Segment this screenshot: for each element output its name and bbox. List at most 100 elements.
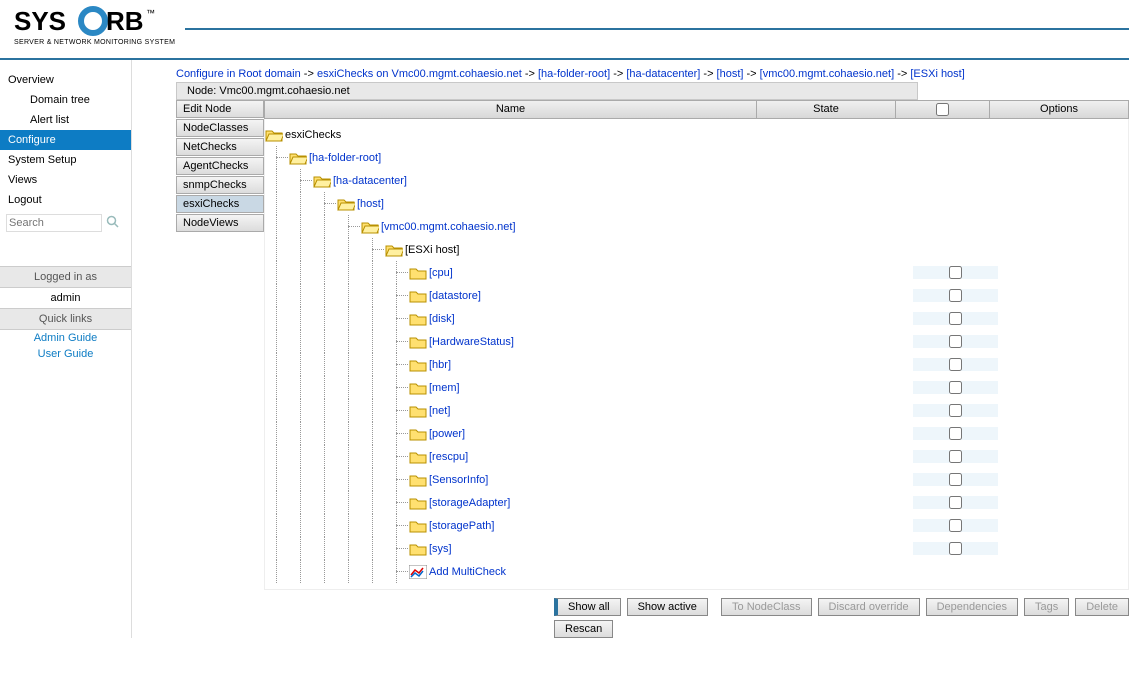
tree-label[interactable]: [cpu] (429, 267, 453, 279)
tree-label[interactable]: [ha-folder-root] (309, 152, 381, 164)
subnav-esxichecks[interactable]: esxiChecks (176, 195, 264, 213)
nav-system-setup[interactable]: System Setup (0, 150, 131, 170)
tree: esxiChecks[ha-folder-root][ha-datacenter… (264, 119, 1129, 590)
breadcrumb-item[interactable]: [host] (717, 68, 744, 80)
nav-logout[interactable]: Logout (0, 190, 131, 210)
subnav-nodeviews[interactable]: NodeViews (176, 214, 264, 232)
row-checkbox[interactable] (949, 404, 962, 417)
select-all-checkbox[interactable] (936, 103, 949, 116)
folder-icon[interactable] (409, 381, 427, 395)
tree-label[interactable]: [mem] (429, 382, 460, 394)
row-checkbox[interactable] (949, 496, 962, 509)
link-admin-guide[interactable]: Admin Guide (0, 330, 131, 346)
discard-override-button[interactable]: Discard override (818, 598, 920, 616)
breadcrumb-item[interactable]: [vmc00.mgmt.cohaesio.net] (760, 68, 895, 80)
subnav-netchecks[interactable]: NetChecks (176, 138, 264, 156)
tree-label[interactable]: [HardwareStatus] (429, 336, 514, 348)
tree-label[interactable]: [net] (429, 405, 450, 417)
tree-label[interactable]: [ha-datacenter] (333, 175, 407, 187)
row-checkbox[interactable] (949, 381, 962, 394)
tree-row: [power] (265, 422, 1128, 445)
tags-button[interactable]: Tags (1024, 598, 1069, 616)
folder-icon[interactable] (409, 335, 427, 349)
nav-overview[interactable]: Overview (0, 70, 131, 90)
folder-icon[interactable] (409, 519, 427, 533)
folder-open-icon[interactable] (361, 220, 379, 234)
folder-open-icon[interactable] (265, 128, 283, 142)
row-checkbox[interactable] (949, 312, 962, 325)
folder-icon[interactable] (409, 266, 427, 280)
breadcrumb-item[interactable]: esxiChecks on Vmc00.mgmt.cohaesio.net (317, 68, 522, 80)
folder-icon[interactable] (409, 312, 427, 326)
row-checkbox[interactable] (949, 266, 962, 279)
folder-icon[interactable] (409, 358, 427, 372)
breadcrumb-item[interactable]: Configure in Root domain (176, 68, 301, 80)
row-checkbox[interactable] (949, 519, 962, 532)
tree-label[interactable]: [host] (357, 198, 384, 210)
tree-label[interactable]: [hbr] (429, 359, 451, 371)
svg-text:SYS: SYS (14, 6, 66, 36)
subnav-nodeclasses[interactable]: NodeClasses (176, 119, 264, 137)
folder-open-icon[interactable] (289, 151, 307, 165)
folder-icon[interactable] (409, 404, 427, 418)
breadcrumb-item[interactable]: [ha-folder-root] (538, 68, 610, 80)
folder-icon[interactable] (409, 496, 427, 510)
tree-row: [rescpu] (265, 445, 1128, 468)
svg-text:SERVER & NETWORK MONITORING SY: SERVER & NETWORK MONITORING SYSTEM (14, 39, 175, 46)
search-input[interactable] (6, 214, 102, 232)
tree-label[interactable]: [rescpu] (429, 451, 468, 463)
row-checkbox[interactable] (949, 450, 962, 463)
tree-label[interactable]: [sys] (429, 543, 452, 555)
tree-row: [ha-folder-root] (265, 146, 1128, 169)
folder-icon[interactable] (409, 473, 427, 487)
nav-configure[interactable]: Configure (0, 130, 131, 150)
dependencies-button[interactable]: Dependencies (926, 598, 1018, 616)
tree-label[interactable]: Add MultiCheck (429, 566, 506, 578)
breadcrumb-item[interactable]: [ha-datacenter] (626, 68, 700, 80)
folder-icon[interactable] (409, 427, 427, 441)
tree-label[interactable]: [disk] (429, 313, 455, 325)
subnav-agentchecks[interactable]: AgentChecks (176, 157, 264, 175)
tree-label[interactable]: [storageAdapter] (429, 497, 510, 509)
folder-icon[interactable] (409, 450, 427, 464)
tree-row: [host] (265, 192, 1128, 215)
rescan-button[interactable]: Rescan (554, 620, 613, 638)
tree-label[interactable]: [storagePath] (429, 520, 494, 532)
tree-label[interactable]: [SensorInfo] (429, 474, 488, 486)
col-select-all[interactable] (896, 101, 990, 118)
folder-open-icon[interactable] (385, 243, 403, 257)
header-separator (185, 28, 1129, 30)
tree-row: [ESXi host] (265, 238, 1128, 261)
tree-label[interactable]: [datastore] (429, 290, 481, 302)
search-icon[interactable] (106, 215, 120, 232)
row-checkbox[interactable] (949, 358, 962, 371)
subnav-snmpchecks[interactable]: snmpChecks (176, 176, 264, 194)
folder-icon[interactable] (409, 542, 427, 556)
logged-in-user: admin (0, 288, 131, 308)
tree-row: [ha-datacenter] (265, 169, 1128, 192)
row-checkbox[interactable] (949, 542, 962, 555)
folder-open-icon[interactable] (313, 174, 331, 188)
row-checkbox[interactable] (949, 427, 962, 440)
folder-icon[interactable] (409, 289, 427, 303)
row-checkbox[interactable] (949, 289, 962, 302)
col-state: State (757, 101, 896, 118)
folder-open-icon[interactable] (337, 197, 355, 211)
svg-text:RB: RB (106, 6, 144, 36)
nav-alert-list[interactable]: Alert list (0, 110, 131, 130)
tree-label[interactable]: [vmc00.mgmt.cohaesio.net] (381, 221, 516, 233)
breadcrumb-item[interactable]: [ESXi host] (910, 68, 964, 80)
sidebar: Overview Domain tree Alert list Configur… (0, 60, 132, 638)
nav-domain-tree[interactable]: Domain tree (0, 90, 131, 110)
tree-label[interactable]: [power] (429, 428, 465, 440)
link-user-guide[interactable]: User Guide (0, 346, 131, 362)
show-all-button[interactable]: Show all (554, 598, 621, 616)
row-checkbox[interactable] (949, 473, 962, 486)
row-checkbox[interactable] (949, 335, 962, 348)
subnav-edit-node[interactable]: Edit Node (176, 100, 264, 118)
delete-button[interactable]: Delete (1075, 598, 1129, 616)
to-nodeclass-button[interactable]: To NodeClass (721, 598, 811, 616)
nav-views[interactable]: Views (0, 170, 131, 190)
show-active-button[interactable]: Show active (627, 598, 708, 616)
chart-icon[interactable] (409, 565, 427, 579)
